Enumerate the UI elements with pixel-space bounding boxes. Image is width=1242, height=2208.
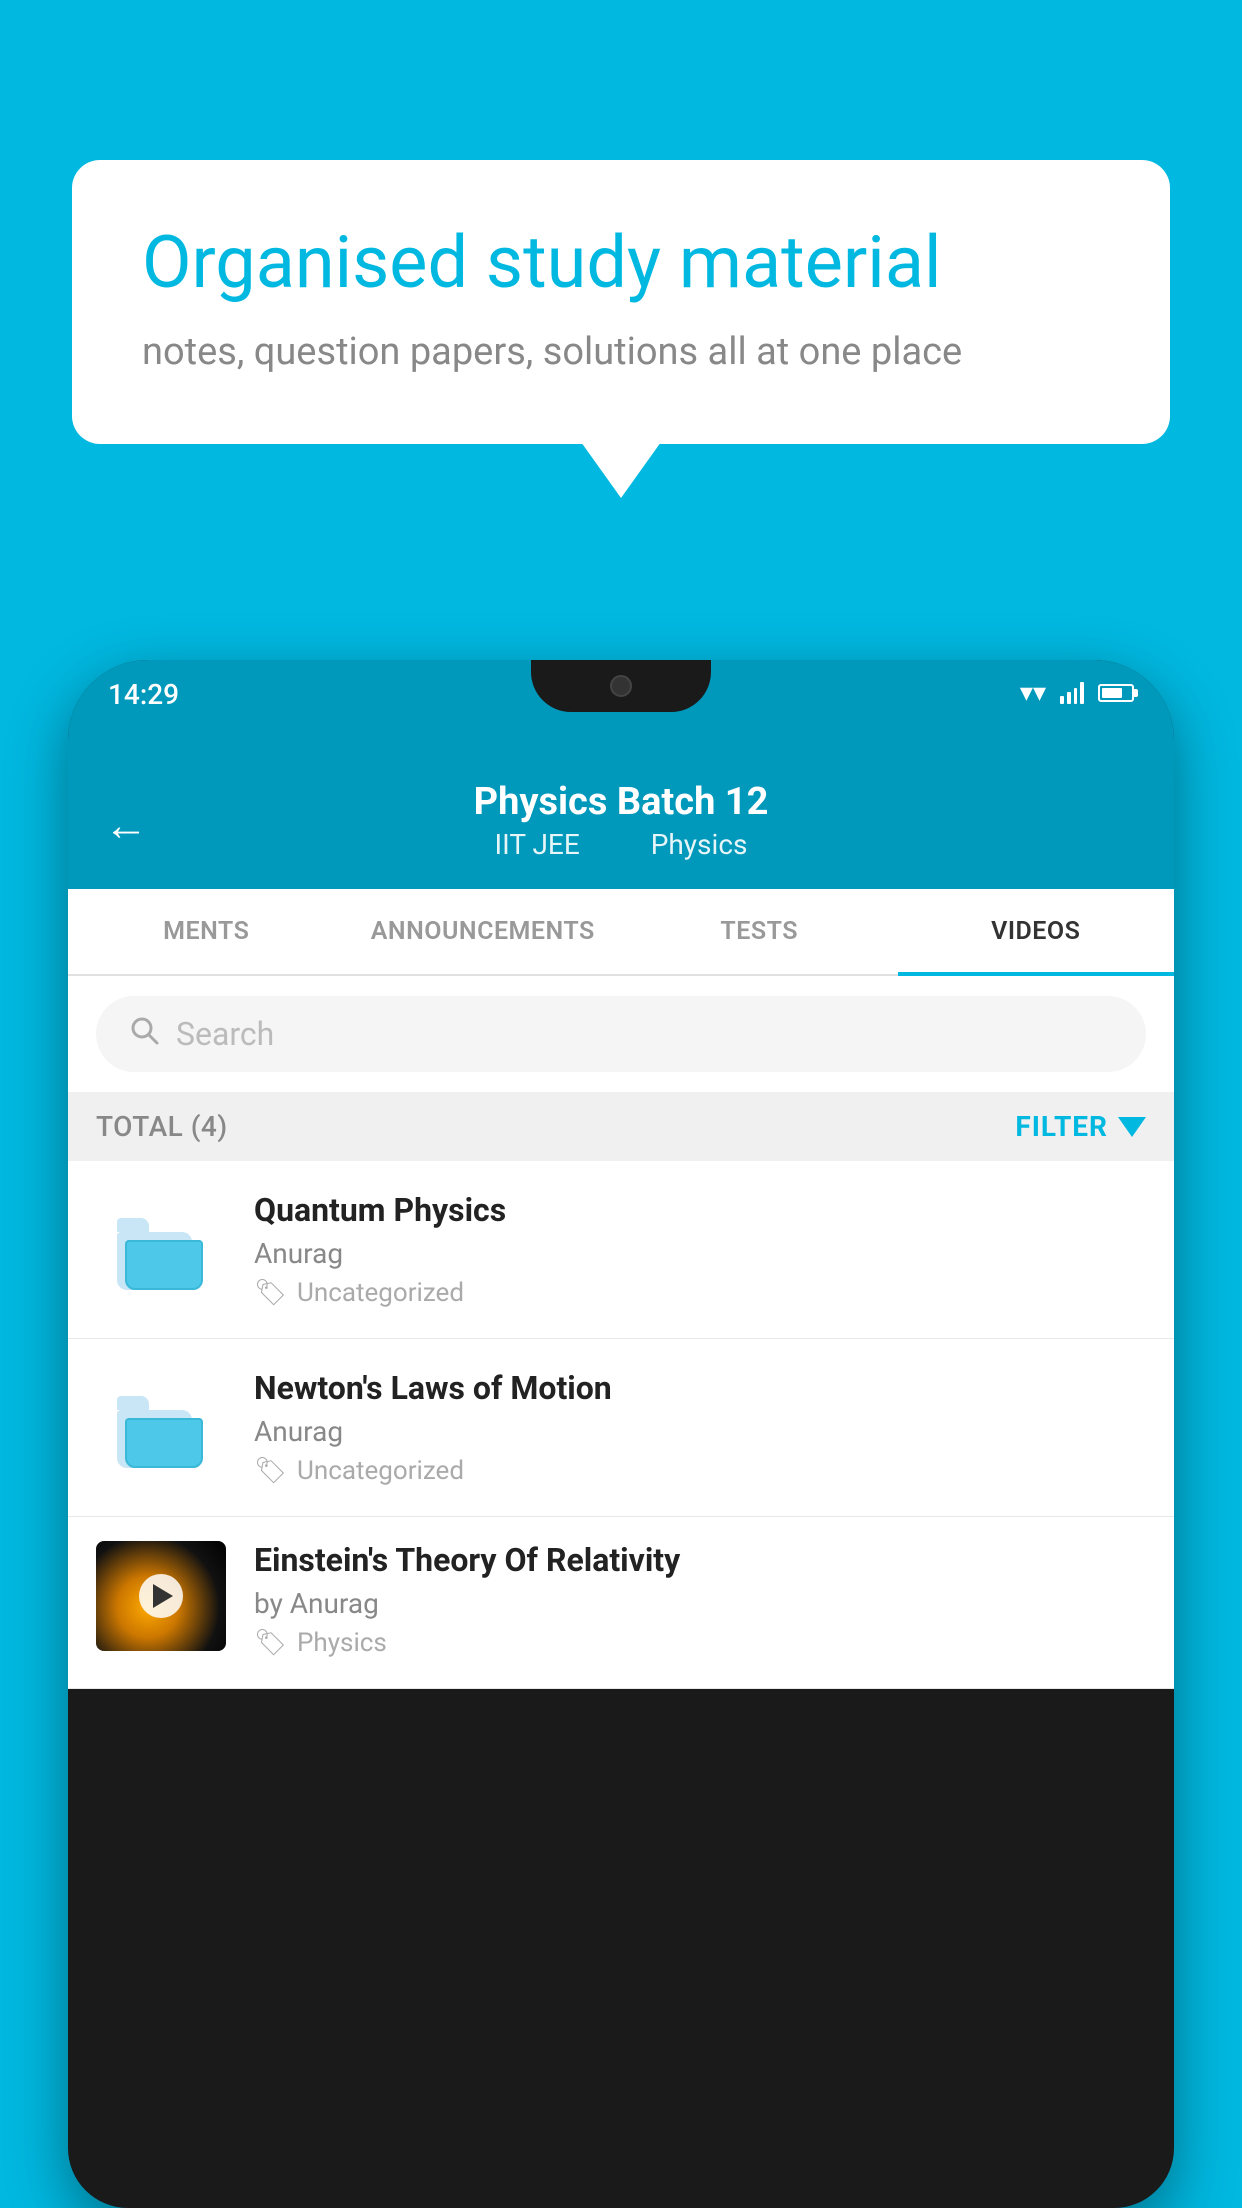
play-button[interactable] xyxy=(139,1574,183,1618)
video-title-3: Einstein's Theory Of Relativity xyxy=(254,1541,1146,1579)
tag-label-3: Physics xyxy=(297,1628,387,1658)
speech-bubble: Organised study material notes, question… xyxy=(72,160,1170,444)
search-container: Search xyxy=(68,976,1174,1092)
folder-tab-icon xyxy=(117,1218,149,1232)
folder-tab-icon xyxy=(117,1396,149,1410)
video-tag-1: 🏷 Uncategorized xyxy=(254,1278,1146,1308)
folder-icon-wrap-1 xyxy=(96,1210,226,1290)
camera-icon xyxy=(610,675,632,697)
video-author-1: Anurag xyxy=(254,1237,1146,1270)
status-bar: 14:29 ▾▾ xyxy=(68,660,1174,760)
video-info-1: Quantum Physics Anurag 🏷 Uncategorized xyxy=(254,1191,1146,1308)
video-info-3: Einstein's Theory Of Relativity by Anura… xyxy=(254,1541,1146,1658)
tag-icon-3: 🏷 xyxy=(254,1628,287,1658)
video-title-2: Newton's Laws of Motion xyxy=(254,1369,1146,1407)
tab-announcements[interactable]: ANNOUNCEMENTS xyxy=(345,889,622,974)
video-tag-2: 🏷 Uncategorized xyxy=(254,1456,1146,1486)
tab-ments[interactable]: MENTS xyxy=(68,889,345,974)
back-button[interactable]: ← xyxy=(104,799,148,851)
list-item[interactable]: Quantum Physics Anurag 🏷 Uncategorized xyxy=(68,1161,1174,1339)
folder-front-icon xyxy=(125,1240,203,1290)
folder-icon-wrap-2 xyxy=(96,1388,226,1468)
tab-tests[interactable]: TESTS xyxy=(621,889,898,974)
search-input[interactable]: Search xyxy=(176,1015,274,1053)
notch xyxy=(531,660,711,712)
speech-bubble-title: Organised study material xyxy=(142,220,1100,306)
video-list: Quantum Physics Anurag 🏷 Uncategorized N… xyxy=(68,1161,1174,1689)
header-title-group: Physics Batch 12 IIT JEE Physics xyxy=(474,780,769,861)
list-item[interactable]: Einstein's Theory Of Relativity by Anura… xyxy=(68,1517,1174,1689)
total-count: TOTAL (4) xyxy=(96,1110,228,1143)
tag-icon-1: 🏷 xyxy=(254,1278,287,1308)
play-triangle-icon xyxy=(153,1584,173,1608)
video-title-1: Quantum Physics xyxy=(254,1191,1146,1229)
video-author-2: Anurag xyxy=(254,1415,1146,1448)
tag-label-1: Uncategorized xyxy=(297,1278,464,1308)
app-header: ← Physics Batch 12 IIT JEE Physics xyxy=(68,760,1174,889)
tab-videos[interactable]: VIDEOS xyxy=(898,889,1175,974)
filter-label: FILTER xyxy=(1015,1110,1108,1143)
battery-icon xyxy=(1098,684,1134,702)
speech-bubble-subtitle: notes, question papers, solutions all at… xyxy=(142,330,1100,374)
filter-button[interactable]: FILTER xyxy=(1015,1110,1146,1143)
header-subtitle-iit: IIT JEE xyxy=(495,828,580,861)
video-tag-3: 🏷 Physics xyxy=(254,1628,1146,1658)
video-info-2: Newton's Laws of Motion Anurag 🏷 Uncateg… xyxy=(254,1369,1146,1486)
list-item[interactable]: Newton's Laws of Motion Anurag 🏷 Uncateg… xyxy=(68,1339,1174,1517)
search-icon xyxy=(128,1014,160,1054)
wifi-icon: ▾▾ xyxy=(1020,678,1046,708)
tag-label-2: Uncategorized xyxy=(297,1456,464,1486)
tag-icon-2: 🏷 xyxy=(254,1456,287,1486)
video-author-3: by Anurag xyxy=(254,1587,1146,1620)
battery-fill xyxy=(1102,688,1122,698)
header-subtitle: IIT JEE Physics xyxy=(474,828,769,861)
video-thumbnail-3 xyxy=(96,1541,226,1651)
status-time: 14:29 xyxy=(108,678,179,711)
filter-bar: TOTAL (4) FILTER xyxy=(68,1092,1174,1161)
folder-front-icon xyxy=(125,1418,203,1468)
header-title: Physics Batch 12 xyxy=(474,780,769,824)
filter-icon xyxy=(1118,1117,1146,1137)
tabs-bar: MENTS ANNOUNCEMENTS TESTS VIDEOS xyxy=(68,889,1174,976)
status-icons: ▾▾ xyxy=(1020,678,1134,708)
signal-icon xyxy=(1060,682,1084,704)
header-subtitle-physics: Physics xyxy=(651,828,748,861)
phone-frame: 14:29 ▾▾ ← Physics Batch 12 IIT JEE xyxy=(68,660,1174,2208)
search-bar[interactable]: Search xyxy=(96,996,1146,1072)
